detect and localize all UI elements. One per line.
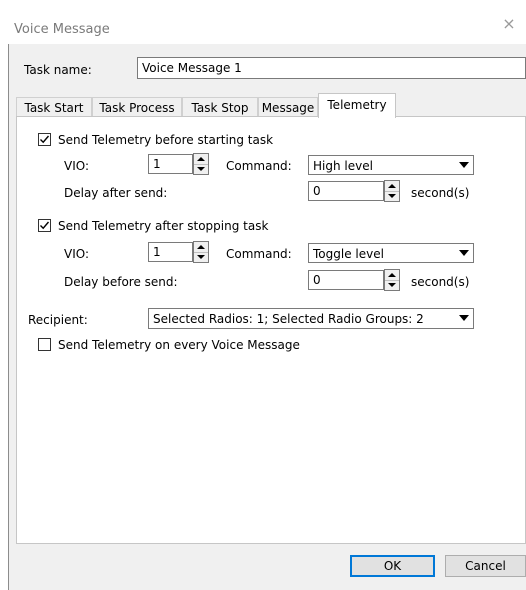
tab-telemetry[interactable]: Telemetry <box>318 93 396 118</box>
every-message-label: Send Telemetry on every Voice Message <box>58 338 300 352</box>
delay-after-label: Delay after send: <box>64 186 168 200</box>
recipient-label: Recipient: <box>28 313 88 327</box>
command-select-1[interactable]: High level <box>308 155 474 175</box>
dropdown-arrow-icon <box>455 157 472 173</box>
spin-down-icon <box>197 255 205 259</box>
window-title: Voice Message <box>14 22 110 37</box>
delay-after-input[interactable]: 0 <box>308 181 384 201</box>
every-message-checkbox[interactable] <box>38 338 51 351</box>
title-bar: Voice Message × <box>8 0 526 44</box>
spin-up-icon <box>197 157 205 161</box>
tab-task-start[interactable]: Task Start <box>16 97 92 117</box>
delay-before-spinner[interactable] <box>384 269 400 291</box>
tab-task-process[interactable]: Task Process <box>92 97 182 117</box>
dropdown-arrow-icon <box>455 245 472 261</box>
tab-strip: Task Start Task Process Task Stop Messag… <box>16 93 526 118</box>
checkmark-icon <box>40 135 50 144</box>
command-value-2: Toggle level <box>313 247 384 261</box>
task-name-input[interactable]: Voice Message 1 <box>137 57 526 79</box>
ok-button[interactable]: OK <box>350 555 435 577</box>
delay-before-unit: second(s) <box>411 275 470 289</box>
vio-spinner-2[interactable] <box>193 241 209 263</box>
spin-down-icon <box>197 167 205 171</box>
command-select-2[interactable]: Toggle level <box>308 243 474 263</box>
vio-input-1[interactable]: 1 <box>148 154 193 174</box>
vio-label-2: VIO: <box>64 247 90 261</box>
command-value-1: High level <box>313 159 373 173</box>
cancel-button[interactable]: Cancel <box>445 555 526 577</box>
spin-down-icon <box>388 194 396 198</box>
delay-before-label: Delay before send: <box>64 275 178 289</box>
spin-up-icon <box>388 184 396 188</box>
tab-message[interactable]: Message <box>258 97 318 117</box>
after-stop-label: Send Telemetry after stopping task <box>58 219 269 233</box>
recipient-select[interactable]: Selected Radios: 1; Selected Radio Group… <box>148 308 474 329</box>
spin-down-icon <box>388 283 396 287</box>
dropdown-arrow-icon <box>455 310 472 326</box>
task-name-label: Task name: <box>24 63 92 77</box>
vio-spinner-1[interactable] <box>193 153 209 175</box>
tab-task-stop[interactable]: Task Stop <box>182 97 258 117</box>
spin-up-icon <box>388 273 396 277</box>
before-start-label: Send Telemetry before starting task <box>58 133 274 147</box>
delay-before-input[interactable]: 0 <box>308 270 384 290</box>
spin-up-icon <box>197 245 205 249</box>
recipient-value: Selected Radios: 1; Selected Radio Group… <box>153 312 424 326</box>
vio-input-2[interactable]: 1 <box>148 242 193 262</box>
delay-after-spinner[interactable] <box>384 180 400 202</box>
command-label-1: Command: <box>226 159 292 173</box>
telemetry-panel <box>16 116 526 544</box>
checkmark-icon <box>40 221 50 230</box>
command-label-2: Command: <box>226 247 292 261</box>
before-start-checkbox[interactable] <box>38 133 51 146</box>
after-stop-checkbox[interactable] <box>38 219 51 232</box>
vio-label-1: VIO: <box>64 159 90 173</box>
delay-after-unit: second(s) <box>411 186 470 200</box>
close-icon[interactable]: × <box>499 14 519 34</box>
